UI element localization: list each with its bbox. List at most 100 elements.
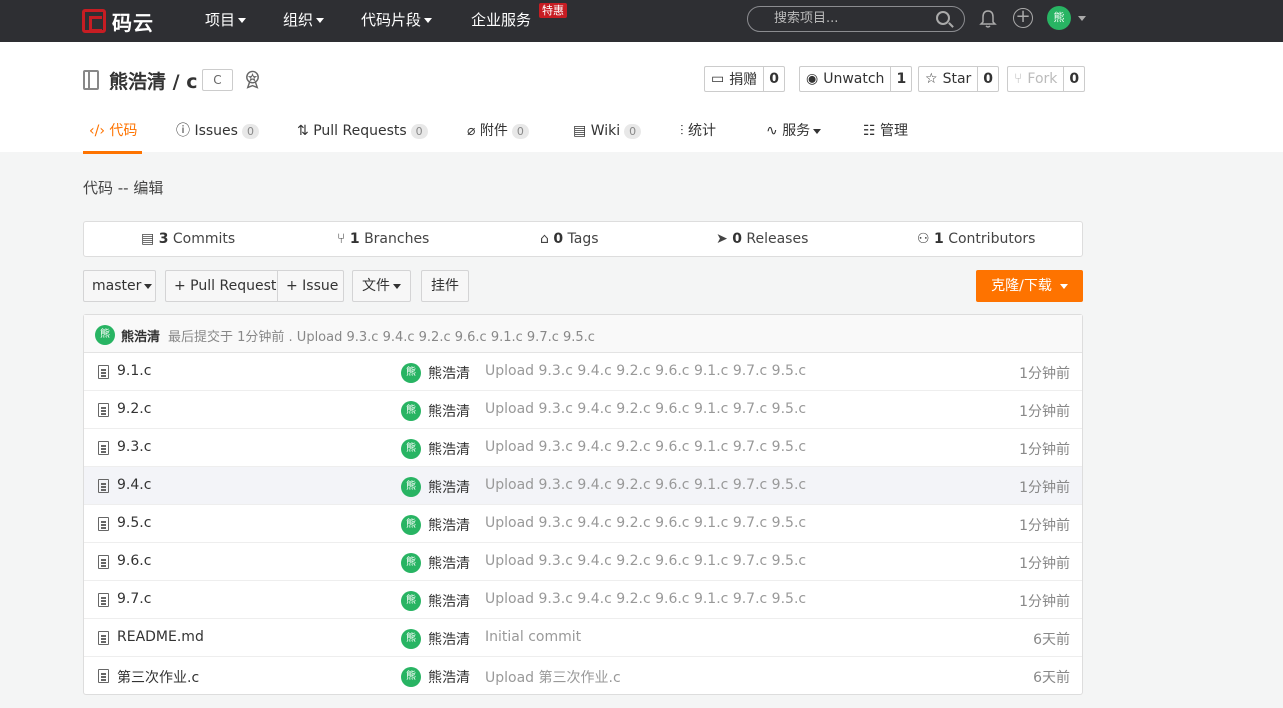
repo-stats-bar: ▤ 3 Commits ⑂ 1 Branches ⌂ 0 Tags ➤ 0 Re… (83, 221, 1083, 257)
file-icon (98, 631, 109, 645)
tag-icon: ⌂ (540, 231, 549, 247)
file-menu-button[interactable]: 文件 (352, 270, 411, 302)
repo-tabs: ‹/› 代码 ⓘ Issues 0 ⇅ Pull Requests 0 ⌀ 附件 0 … (83, 122, 1083, 154)
language-tag[interactable]: C (202, 69, 233, 91)
table-row: 9.6.c 熊熊浩清 Upload 9.3.c 9.4.c 9.2.c 9.6.c … (84, 543, 1082, 581)
settings-icon: ☷ (863, 123, 876, 139)
file-author[interactable]: 熊浩清 (428, 667, 470, 687)
search-icon[interactable] (936, 11, 950, 25)
stat-branches[interactable]: ⑂ 1 Branches (337, 231, 429, 247)
nav-projects[interactable]: 项目 (205, 0, 247, 42)
file-name-link[interactable]: 9.1.c (117, 363, 151, 379)
commit-author[interactable]: 熊浩清 (121, 326, 160, 345)
file-commit-message[interactable]: Upload 9.3.c 9.4.c 9.2.c 9.6.c 9.1.c 9.7… (485, 553, 806, 569)
tab-stats[interactable]: ⫶ 统计 (680, 122, 716, 154)
avatar[interactable]: 熊 (401, 477, 421, 497)
file-commit-message[interactable]: Upload 第三次作业.c (485, 667, 621, 687)
avatar[interactable]: 熊 (95, 325, 115, 345)
tab-manage[interactable]: ☷ 管理 (863, 122, 908, 154)
file-commit-message[interactable]: Upload 9.3.c 9.4.c 9.2.c 9.6.c 9.1.c 9.7… (485, 439, 806, 455)
file-name-link[interactable]: 第三次作业.c (117, 667, 199, 687)
file-author[interactable]: 熊浩清 (428, 553, 470, 573)
tab-issues[interactable]: ⓘ Issues 0 (176, 122, 259, 154)
tab-attachments[interactable]: ⌀ 附件 0 (467, 122, 529, 154)
add-icon[interactable]: + (1013, 8, 1033, 28)
chevron-down-icon (813, 128, 822, 134)
chevron-down-icon[interactable] (1078, 16, 1086, 21)
repo-name-link[interactable]: c (186, 71, 197, 93)
file-name-link[interactable]: 9.7.c (117, 591, 151, 607)
bell-icon[interactable] (979, 9, 997, 29)
branch-select[interactable]: master (83, 270, 156, 302)
file-commit-time: 1分钟前 (1019, 480, 1070, 496)
file-commit-message[interactable]: Initial commit (485, 629, 581, 645)
clone-download-button[interactable]: 克隆/下载 (976, 270, 1083, 302)
file-author[interactable]: 熊浩清 (428, 439, 470, 459)
file-author[interactable]: 熊浩清 (428, 363, 470, 383)
table-row: 9.4.c 熊熊浩清 Upload 9.3.c 9.4.c 9.2.c 9.6.c … (84, 467, 1082, 505)
stat-contributors[interactable]: ⚇ 1 Contributors (917, 231, 1035, 247)
file-commit-time: 1分钟前 (1019, 366, 1070, 382)
file-name-link[interactable]: 9.2.c (117, 401, 151, 417)
file-author[interactable]: 熊浩清 (428, 591, 470, 611)
avatar[interactable]: 熊 (401, 591, 421, 611)
file-commit-time: 1分钟前 (1019, 442, 1070, 458)
site-logo[interactable]: 码云 (82, 5, 154, 37)
tab-services[interactable]: ∿ 服务 (766, 122, 822, 154)
chevron-down-icon (316, 18, 325, 23)
tab-wiki[interactable]: ▤ Wiki 0 (573, 122, 642, 154)
nav-organizations[interactable]: 组织 (283, 0, 325, 42)
file-name-link[interactable]: 9.6.c (117, 553, 151, 569)
table-row: README.md 熊熊浩清 Initial commit 6天前 (84, 619, 1082, 657)
nav-enterprise[interactable]: 企业服务 (471, 0, 531, 42)
unwatch-button[interactable]: ◉ Unwatch 1 (799, 66, 913, 92)
file-author[interactable]: 熊浩清 (428, 629, 470, 649)
file-author[interactable]: 熊浩清 (428, 401, 470, 421)
donate-button[interactable]: ▭ 捐赠 0 (704, 66, 785, 92)
file-commit-message[interactable]: Upload 9.3.c 9.4.c 9.2.c 9.6.c 9.1.c 9.7… (485, 591, 806, 607)
file-icon (98, 517, 109, 531)
user-avatar[interactable]: 熊 (1047, 6, 1071, 30)
file-name-link[interactable]: 9.5.c (117, 515, 151, 531)
file-name-link[interactable]: README.md (117, 629, 204, 645)
issue-button[interactable]: + Issue (277, 270, 344, 302)
file-name-link[interactable]: 9.4.c (117, 477, 151, 493)
stat-commits[interactable]: ▤ 3 Commits (141, 231, 235, 247)
file-commit-time: 1分钟前 (1019, 556, 1070, 572)
file-name-link[interactable]: 9.3.c (117, 439, 151, 455)
stat-tags[interactable]: ⌂ 0 Tags (540, 231, 599, 247)
widget-button[interactable]: 挂件 (421, 270, 469, 302)
repo-header: 熊浩清 / c C ▭ 捐赠 0 ◉ Unwatch 1 ☆ Star 0 ⑂ Fork… (0, 42, 1283, 154)
repo-owner-link[interactable]: 熊浩清 (109, 71, 166, 93)
award-icon[interactable] (243, 69, 262, 89)
file-author[interactable]: 熊浩清 (428, 477, 470, 497)
fork-icon: ⑂ (1014, 71, 1023, 87)
file-commit-message[interactable]: Upload 9.3.c 9.4.c 9.2.c 9.6.c 9.1.c 9.7… (485, 363, 806, 379)
tab-pull-requests[interactable]: ⇅ Pull Requests 0 (297, 122, 428, 154)
file-author[interactable]: 熊浩清 (428, 515, 470, 535)
file-icon (98, 669, 109, 683)
avatar[interactable]: 熊 (401, 667, 421, 687)
avatar[interactable]: 熊 (401, 629, 421, 649)
last-commit-bar: 熊 熊浩清 最后提交于 1分钟前 . Upload 9.3.c 9.4.c 9.… (84, 315, 1082, 353)
file-commit-message[interactable]: Upload 9.3.c 9.4.c 9.2.c 9.6.c 9.1.c 9.7… (485, 515, 806, 531)
file-commit-message[interactable]: Upload 9.3.c 9.4.c 9.2.c 9.6.c 9.1.c 9.7… (485, 401, 806, 417)
avatar[interactable]: 熊 (401, 553, 421, 573)
pull-request-button[interactable]: + Pull Request (165, 270, 278, 302)
search-input[interactable]: 搜索项目... (747, 6, 965, 32)
star-button[interactable]: ☆ Star 0 (918, 66, 1000, 92)
avatar[interactable]: 熊 (401, 515, 421, 535)
commit-summary[interactable]: 最后提交于 1分钟前 . Upload 9.3.c 9.4.c 9.2.c 9.… (168, 326, 595, 345)
send-icon: ➤ (716, 231, 728, 247)
nav-snippets[interactable]: 代码片段 (361, 0, 433, 42)
avatar[interactable]: 熊 (401, 439, 421, 459)
chevron-down-icon (144, 283, 153, 289)
file-commit-message[interactable]: Upload 9.3.c 9.4.c 9.2.c 9.6.c 9.1.c 9.7… (485, 477, 806, 493)
issues-icon: ⓘ (176, 123, 190, 139)
avatar[interactable]: 熊 (401, 363, 421, 383)
avatar[interactable]: 熊 (401, 401, 421, 421)
fork-button[interactable]: ⑂ Fork 0 (1007, 66, 1086, 92)
tab-code[interactable]: ‹/› 代码 (83, 122, 142, 154)
code-icon: ‹/› (89, 123, 105, 139)
stat-releases[interactable]: ➤ 0 Releases (716, 231, 808, 247)
